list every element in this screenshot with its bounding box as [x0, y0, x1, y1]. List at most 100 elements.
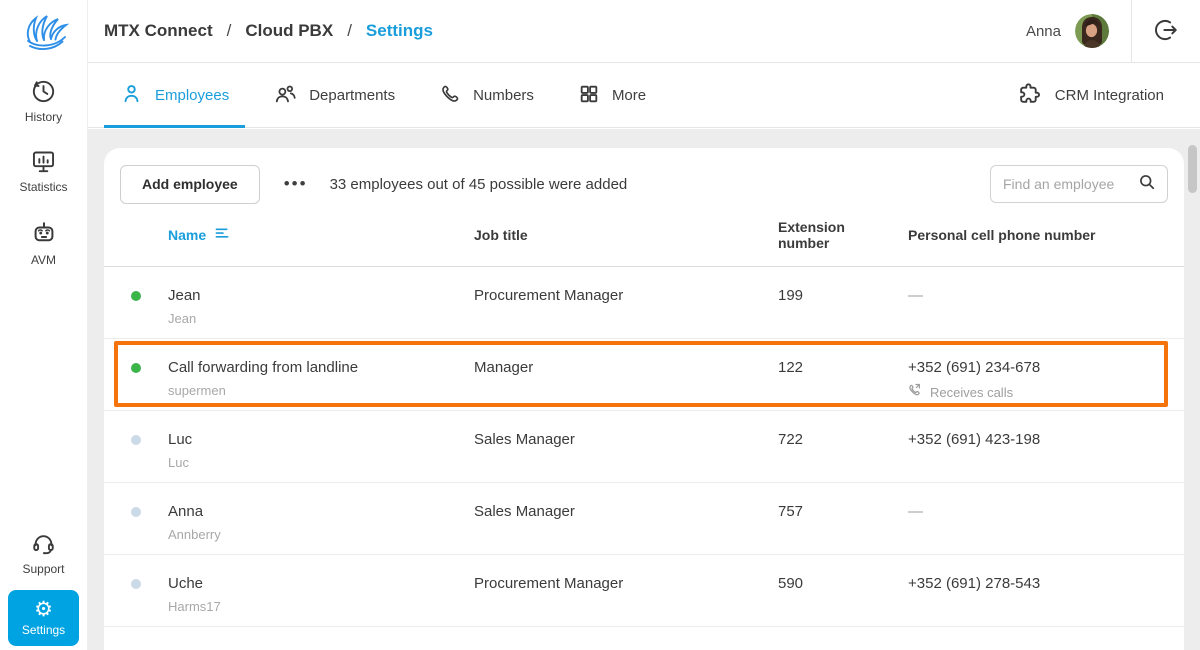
scrollbar-thumb[interactable]: [1188, 145, 1197, 193]
phone-icon: [439, 83, 461, 109]
column-header-name[interactable]: Name: [168, 226, 474, 244]
phone-note: Receives calls: [908, 383, 1184, 401]
table-row[interactable]: Jean Jean Procurement Manager 199 —: [104, 267, 1184, 339]
employee-name: Luc: [168, 431, 193, 448]
sort-icon: [214, 226, 231, 244]
status-dot: [131, 507, 141, 517]
sidebar-item-label: Statistics: [19, 180, 68, 194]
status-dot: [131, 579, 141, 589]
tab-numbers[interactable]: Numbers: [423, 64, 550, 127]
sidebar-item-support[interactable]: Support: [0, 530, 87, 576]
more-options-icon[interactable]: •••: [278, 168, 314, 200]
person-employee-icon: [120, 82, 143, 109]
phone-note-label: Receives calls: [930, 384, 1014, 400]
employee-username: Jean: [168, 311, 197, 326]
crm-integration-button[interactable]: CRM Integration: [1002, 64, 1180, 127]
robot-avm-icon: [30, 220, 58, 248]
employee-job-title: Sales Manager: [474, 431, 575, 448]
employees-card: Add employee ••• 33 employees out of 45 …: [104, 148, 1184, 650]
tab-label: Numbers: [473, 87, 534, 104]
table-row[interactable]: Luc Luc Sales Manager 722 +352 (691) 423…: [104, 411, 1184, 483]
employees-toolbar: Add employee ••• 33 employees out of 45 …: [104, 148, 1184, 204]
sidebar-item-label: Settings: [21, 623, 66, 637]
employee-phone: —: [908, 287, 923, 304]
sidebar-item-label: Support: [22, 562, 65, 576]
user-name: Anna: [1025, 22, 1061, 40]
grid-more-icon: [578, 83, 600, 109]
logout-icon: [1153, 17, 1179, 46]
tab-departments[interactable]: Departments: [257, 64, 411, 127]
statistics-icon: [30, 148, 57, 175]
table-row[interactable]: Anna Annberry Sales Manager 757 —: [104, 483, 1184, 555]
sidebar: History Statistics AVM Support ⚙ Setting…: [0, 0, 88, 650]
status-dot: [131, 291, 141, 301]
employee-extension: 199: [778, 287, 804, 304]
employee-username: Harms17: [168, 599, 221, 614]
employee-extension: 757: [778, 503, 804, 520]
employee-count-summary: 33 employees out of 45 possible were add…: [329, 175, 628, 193]
sidebar-item-label: History: [24, 110, 63, 124]
employee-extension: 590: [778, 575, 804, 592]
crm-integration-label: CRM Integration: [1054, 87, 1164, 104]
main-content-area: Add employee ••• 33 employees out of 45 …: [88, 129, 1200, 650]
employee-username: supermen: [168, 383, 226, 398]
mtx-logo-icon: [19, 7, 69, 60]
employee-name: Anna: [168, 503, 204, 520]
table-row[interactable]: Call forwarding from landline supermen M…: [104, 339, 1184, 411]
tab-more[interactable]: More: [562, 64, 662, 127]
column-header-extension: Extension number: [778, 218, 845, 251]
table-row[interactable]: Uche Harms17 Procurement Manager 590 +35…: [104, 555, 1184, 627]
employee-phone: +352 (691) 234-678: [908, 359, 1041, 376]
sidebar-item-statistics[interactable]: Statistics: [0, 148, 87, 194]
search-input[interactable]: [1003, 176, 1137, 192]
search-icon: [1137, 172, 1157, 197]
employee-phone: +352 (691) 278-543: [908, 575, 1041, 592]
sidebar-item-avm[interactable]: AVM: [0, 220, 87, 267]
status-dot: [131, 435, 141, 445]
tab-label: More: [611, 87, 647, 104]
breadcrumb: MTX Connect / Cloud PBX / Settings: [104, 21, 433, 41]
employee-phone: —: [908, 503, 923, 520]
puzzle-icon: [1018, 81, 1043, 110]
sidebar-item-settings[interactable]: ⚙ Settings: [8, 590, 79, 646]
brand-logo[interactable]: [0, 0, 87, 66]
tab-label: Employees: [155, 87, 230, 104]
employee-job-title: Procurement Manager: [474, 287, 624, 304]
employee-job-title: Procurement Manager: [474, 575, 624, 592]
employee-username: Annberry: [168, 527, 221, 542]
gear-icon: ⚙: [34, 598, 53, 621]
call-received-icon: [908, 383, 923, 401]
breadcrumb-settings[interactable]: Settings: [366, 21, 433, 41]
settings-tab-bar: Employees Departments Numbers More CRM I…: [88, 64, 1200, 128]
history-icon: [30, 78, 57, 105]
tab-label: Departments: [309, 87, 396, 104]
logout-button[interactable]: [1132, 0, 1200, 62]
status-dot: [131, 363, 141, 373]
column-header-phone: Personal cell phone number: [908, 227, 1096, 243]
table-header-row: Name Job title Extension number Personal…: [104, 204, 1184, 267]
column-header-job-title: Job title: [474, 227, 528, 243]
employee-job-title: Manager: [474, 359, 534, 376]
breadcrumb-separator: /: [226, 21, 232, 40]
people-group-icon: [273, 82, 297, 110]
top-header: MTX Connect / Cloud PBX / Settings Anna: [88, 0, 1200, 63]
employee-job-title: Sales Manager: [474, 503, 575, 520]
employee-extension: 122: [778, 359, 804, 376]
employee-phone: +352 (691) 423-198: [908, 431, 1041, 448]
employee-search-box: [990, 165, 1168, 203]
column-label: Name: [168, 227, 207, 243]
breadcrumb-separator: /: [347, 21, 352, 40]
employee-username: Luc: [168, 455, 189, 470]
employee-extension: 722: [778, 431, 804, 448]
user-avatar[interactable]: [1075, 14, 1109, 48]
sidebar-item-label: AVM: [30, 253, 57, 267]
tab-employees[interactable]: Employees: [104, 64, 246, 128]
breadcrumb-mtx-connect[interactable]: MTX Connect: [104, 21, 213, 41]
employee-name: Call forwarding from landline: [168, 359, 359, 376]
employee-name: Uche: [168, 575, 204, 592]
headset-support-icon: [30, 530, 57, 557]
sidebar-item-history[interactable]: History: [0, 78, 87, 124]
add-employee-button[interactable]: Add employee: [120, 164, 260, 204]
employee-table-body: Jean Jean Procurement Manager 199 — Call…: [104, 267, 1184, 627]
breadcrumb-cloud-pbx[interactable]: Cloud PBX: [245, 21, 333, 41]
